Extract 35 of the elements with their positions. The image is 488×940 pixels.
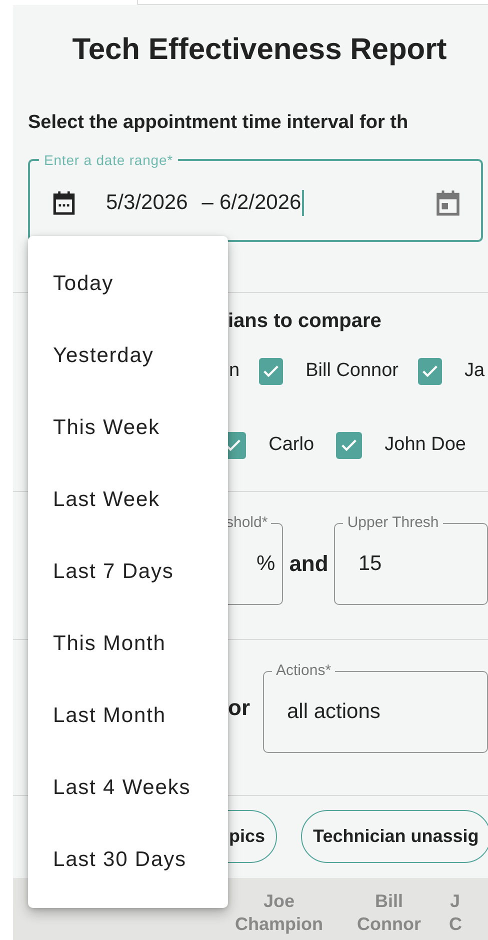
end-date: 6/2/2026 [219, 190, 302, 214]
field-value: 15 [358, 552, 382, 576]
menu-item[interactable]: Today [28, 248, 228, 320]
field-label: Enter a date range* [43, 151, 174, 169]
field-label: shold* [226, 514, 269, 532]
checkbox-label: n [229, 360, 240, 382]
checkbox-label: Ja [464, 360, 485, 382]
field-value: all actions [287, 700, 380, 724]
field-label: Upper Thresh [346, 514, 440, 532]
report-title: Tech Effectiveness Report [71, 32, 448, 68]
prompt-text: Select the appointment time interval for th [28, 111, 410, 135]
joiner-text: or [228, 694, 250, 720]
upper-threshold-field[interactable]: Upper Thresh 15 [334, 514, 488, 605]
joiner-text: and [289, 551, 328, 577]
column-header: J C [449, 890, 461, 936]
field-label: Actions* [275, 662, 332, 680]
menu-item[interactable]: Last Month [28, 680, 228, 752]
range-separator: – [202, 190, 214, 214]
menu-item[interactable]: Yesterday [28, 320, 228, 392]
column-header: Joe Champion [234, 890, 324, 936]
unit-label: % [256, 552, 276, 576]
checkbox-label: Bill Connor [306, 360, 399, 382]
checkbox-label: John Doe [384, 434, 466, 456]
column-header: Bill Connor [356, 890, 422, 936]
start-date: 5/3/2026 [106, 190, 188, 214]
menu-item[interactable]: This Month [28, 608, 228, 680]
checkbox[interactable] [336, 432, 362, 458]
checkbox[interactable] [258, 358, 283, 384]
checkbox-label: Carlo [268, 434, 314, 456]
text-cursor [302, 190, 304, 216]
actions-select[interactable]: Actions* all actions [263, 662, 488, 753]
menu-item[interactable]: This Week [28, 392, 228, 464]
section-heading: ians to compare [228, 309, 382, 334]
filter-chip[interactable]: Technician unassig [301, 810, 488, 863]
checkbox[interactable] [418, 358, 442, 384]
